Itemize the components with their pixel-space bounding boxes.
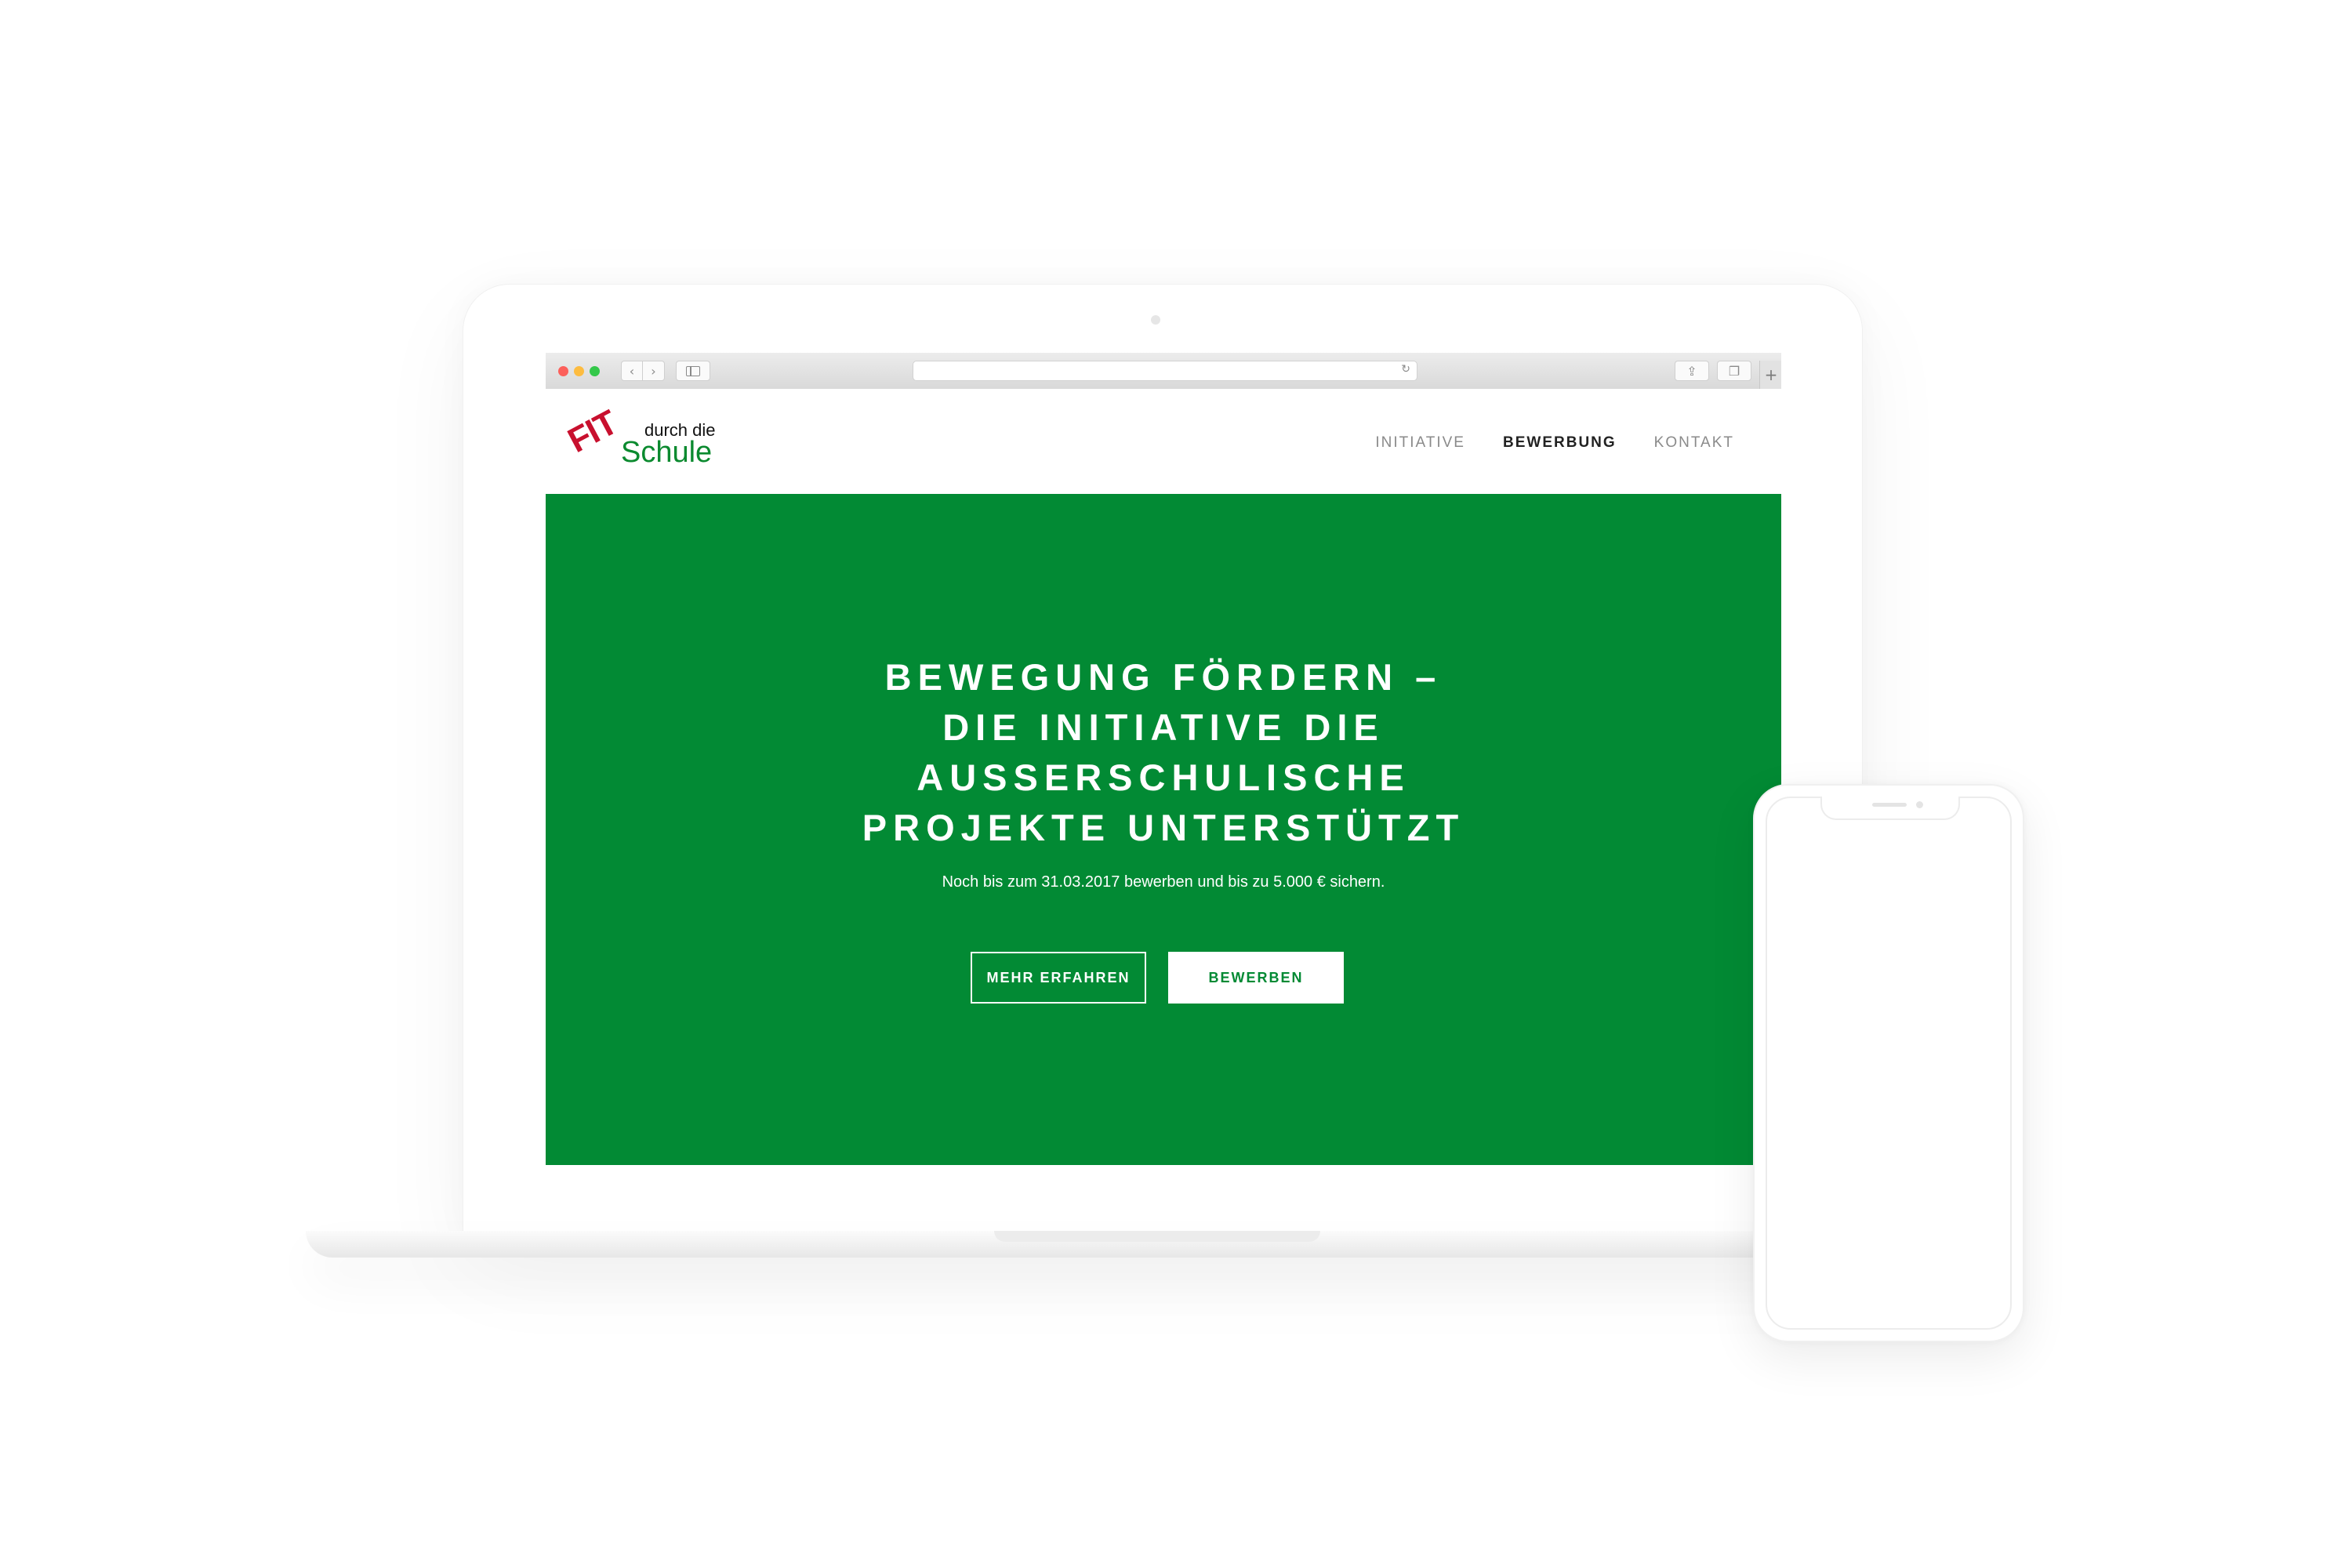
hero-subtitle: Noch bis zum 31.03.2017 bewerben und bis… — [942, 873, 1385, 891]
maximize-window-button[interactable] — [590, 366, 600, 376]
logo-schule-text: Schule — [621, 436, 713, 469]
share-button[interactable]: ⇪ — [1675, 361, 1709, 381]
nav-item-initiative[interactable]: INITIATIVE — [1375, 434, 1465, 452]
plus-icon: + — [1764, 365, 1778, 384]
device-mockup-scene: ‹ › ↻ ⇪ ❐ + FIT durch die Schule INITIAT… — [0, 0, 2352, 1568]
browser-window: ‹ › ↻ ⇪ ❐ + FIT durch die Schule INITIAT… — [546, 353, 1781, 1165]
forward-button[interactable]: › — [643, 361, 665, 381]
new-tab-button[interactable]: + — [1759, 361, 1781, 389]
main-nav: INITIATIVE BEWERBUNG KONTAKT — [1375, 434, 1734, 452]
laptop-notch — [994, 1231, 1320, 1242]
hero-title-line: AUSSERSCHULISCHE — [916, 757, 1410, 798]
hero-section: BEWEGUNG FÖRDERN – DIE INITIATIVE DIE AU… — [546, 494, 1781, 1165]
chevron-left-icon: ‹ — [629, 363, 635, 379]
browser-toolbar: ‹ › ↻ ⇪ ❐ + — [546, 353, 1781, 390]
chevron-right-icon: › — [651, 363, 656, 379]
nav-item-kontakt[interactable]: KONTAKT — [1654, 434, 1734, 452]
phone-speaker — [1872, 803, 1907, 807]
minimize-window-button[interactable] — [574, 366, 584, 376]
back-button[interactable]: ‹ — [621, 361, 643, 381]
sidebar-toggle-button[interactable] — [676, 361, 710, 381]
logo-fit-text: FIT — [561, 403, 624, 461]
phone-notch — [1820, 797, 1960, 820]
laptop-camera — [1151, 315, 1160, 325]
phone-camera — [1916, 801, 1923, 808]
address-bar[interactable]: ↻ — [913, 361, 1417, 381]
close-window-button[interactable] — [558, 366, 568, 376]
nav-item-bewerbung[interactable]: BEWERBUNG — [1503, 434, 1617, 452]
bewerben-button[interactable]: BEWERBEN — [1168, 952, 1344, 1004]
tabs-overview-button[interactable]: ❐ — [1717, 361, 1751, 381]
reload-icon[interactable]: ↻ — [1401, 363, 1410, 376]
phone-mockup — [1753, 784, 2024, 1342]
hero-title-line: PROJEKTE UNTERSTÜTZT — [862, 807, 1465, 848]
hero-title-line: DIE INITIATIVE DIE — [942, 706, 1385, 748]
mehr-erfahren-button[interactable]: MEHR ERFAHREN — [971, 952, 1146, 1004]
phone-screen — [1766, 797, 2012, 1330]
sidebar-icon — [686, 365, 700, 376]
site-logo[interactable]: FIT durch die Schule — [562, 403, 724, 472]
share-icon: ⇪ — [1686, 363, 1697, 379]
hero-title-line: BEWEGUNG FÖRDERN – — [884, 656, 1443, 698]
hero-title: BEWEGUNG FÖRDERN – DIE INITIATIVE DIE AU… — [546, 652, 1781, 853]
tabs-icon: ❐ — [1728, 363, 1740, 379]
site-header: FIT durch die Schule INITIATIVE BEWERBUN… — [546, 389, 1781, 494]
